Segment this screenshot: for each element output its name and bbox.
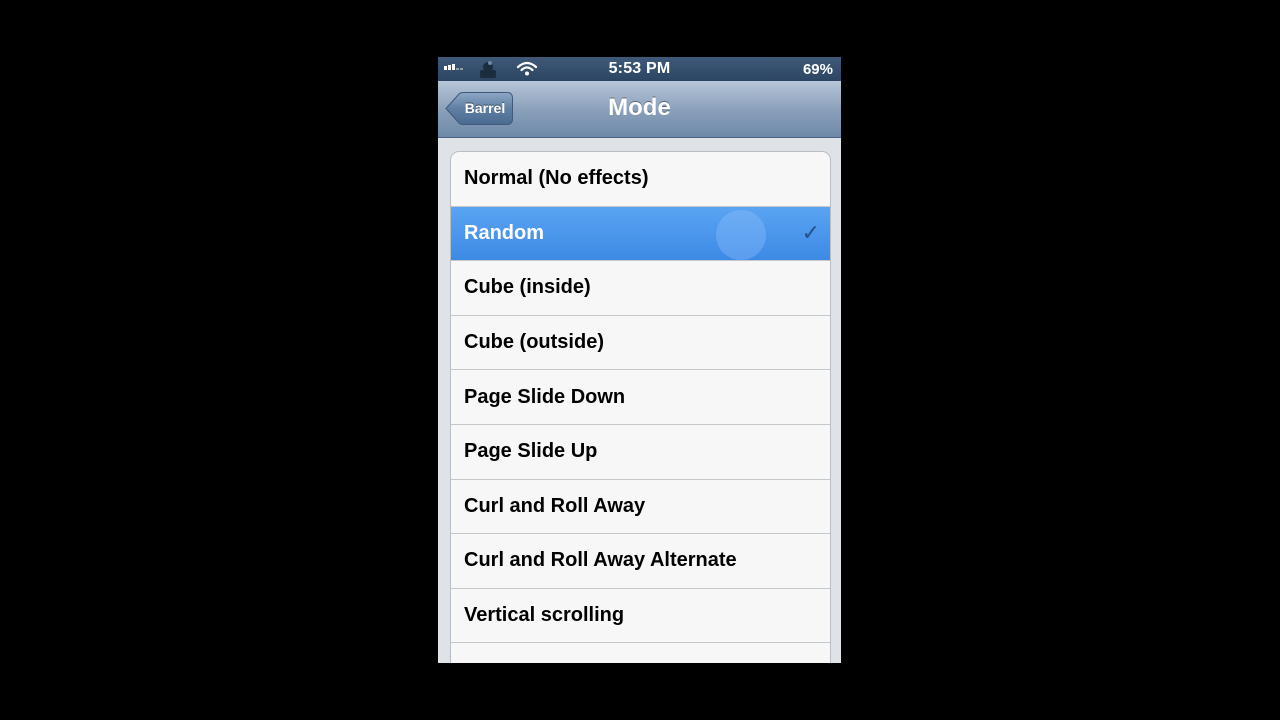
list-item-label: Normal (No effects): [464, 167, 649, 190]
touch-indicator: [716, 209, 766, 260]
mode-list-area: Normal (No effects) Random ✓ Cube (insid…: [438, 138, 841, 663]
list-item-vertical-scrolling[interactable]: Vertical scrolling: [451, 589, 830, 644]
status-time: 5:53 PM: [608, 60, 671, 77]
list-item-label: Page Slide Down: [464, 385, 626, 408]
list-item-curl-and-roll-away[interactable]: Curl and Roll Away: [451, 480, 830, 535]
list-item-label: Cube (inside): [464, 276, 591, 299]
status-bar: 5:53 PM 69%: [438, 57, 841, 81]
list-item-partial[interactable]: [451, 643, 830, 663]
list-item-page-slide-up[interactable]: Page Slide Up: [451, 425, 830, 480]
checkmark-icon: ✓: [801, 220, 820, 246]
list-item-curl-and-roll-away-alternate[interactable]: Curl and Roll Away Alternate: [451, 534, 830, 589]
mode-list: Normal (No effects) Random ✓ Cube (insid…: [450, 151, 831, 663]
battery-percentage: 69%: [802, 61, 833, 78]
phone-screen: 5:53 PM 69% Barrel Mode Normal (No effec: [438, 57, 841, 663]
list-item-normal[interactable]: Normal (No effects): [451, 152, 830, 207]
list-item-random[interactable]: Random ✓: [451, 206, 830, 262]
list-item-label: Curl and Roll Away: [464, 494, 646, 517]
list-item-label: Curl and Roll Away Alternate: [464, 549, 737, 572]
list-item-cube-inside[interactable]: Cube (inside): [451, 261, 830, 316]
back-button-label: Barrel: [464, 100, 506, 116]
list-item-label: Vertical scrolling: [464, 604, 625, 627]
list-item-cube-outside[interactable]: Cube (outside): [451, 316, 830, 371]
navigation-bar: Barrel Mode: [438, 81, 841, 138]
back-button[interactable]: Barrel: [445, 92, 513, 125]
list-item-page-slide-down[interactable]: Page Slide Down: [451, 370, 830, 425]
list-item-label: Page Slide Up: [464, 440, 598, 463]
list-item-label: Cube (outside): [464, 331, 604, 354]
list-item-label: Random: [464, 221, 544, 244]
page-title: Mode: [608, 94, 671, 121]
